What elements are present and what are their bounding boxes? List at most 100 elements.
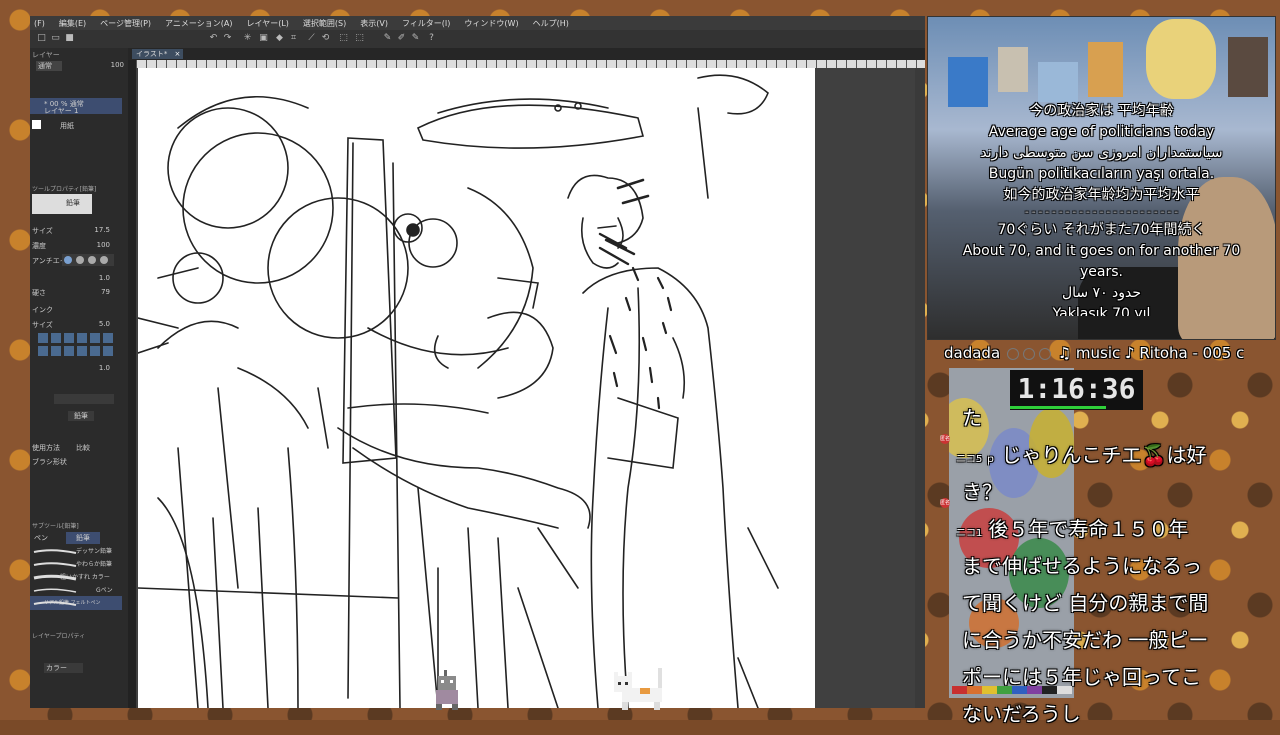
menu-help[interactable]: ヘルプ(H) xyxy=(533,18,569,29)
method-value[interactable]: 比較 xyxy=(76,443,90,453)
subtitle-line: Average age of politicians today xyxy=(988,124,1215,140)
anonymous-badge: 匿名 xyxy=(940,498,951,508)
menu-view[interactable]: 表示(V) xyxy=(360,18,388,29)
poster xyxy=(1088,42,1123,97)
layer-opacity[interactable]: 100 xyxy=(102,61,124,69)
control-icon xyxy=(1038,347,1051,360)
open-icon[interactable]: ▭ xyxy=(50,33,61,44)
pixel-cat-sprite-grey xyxy=(436,670,458,710)
subtool-tab-pen[interactable]: ペン xyxy=(34,533,48,543)
brush-shape-label: ブラシ形状 xyxy=(32,458,67,466)
density-value[interactable]: 100 xyxy=(88,241,110,249)
timer-value: 1:16:36 xyxy=(1017,372,1136,405)
paint-app-window: (F) 編集(E) ページ管理(P) アニメーション(A) レイヤー(L) 選択… xyxy=(30,16,925,708)
poster xyxy=(998,47,1028,92)
hardness-label: 硬さ xyxy=(32,289,46,297)
layer-1-name: レイヤー 1 xyxy=(44,107,79,115)
save-icon[interactable]: ■ xyxy=(64,33,75,44)
horizontal-ruler xyxy=(136,60,925,68)
comment-line: まで伸ばせるようになるっ xyxy=(962,554,1202,578)
tool-name: 鉛筆 xyxy=(66,199,80,207)
poster xyxy=(948,57,988,107)
menu-file[interactable]: (F) xyxy=(34,19,45,28)
panel-divider[interactable] xyxy=(128,48,136,708)
poster xyxy=(1038,62,1078,102)
doc-tab-illust[interactable]: イラスト* × xyxy=(132,49,184,59)
layer-props-title: レイヤープロパティ xyxy=(32,633,86,640)
new-icon[interactable]: □ xyxy=(36,33,47,44)
subtool-list: デッサン鉛筆 やわらか鉛筆 粗いかすれ カラー Gペン リアル鉛筆 フェルトペン xyxy=(30,544,122,614)
help-icon[interactable]: ? xyxy=(426,33,437,44)
aa-value[interactable]: 1.0 xyxy=(88,274,110,282)
undo-icon[interactable]: ↶ xyxy=(208,33,219,44)
texture-strip-2[interactable] xyxy=(38,346,114,356)
username: dadada xyxy=(944,344,1001,362)
hardness-value[interactable]: 79 xyxy=(88,288,110,296)
paper-layer-name: 用紙 xyxy=(60,122,74,130)
snap-button[interactable]: 鉛筆 xyxy=(68,411,94,421)
rotate-icon[interactable]: ⟲ xyxy=(320,33,331,44)
comment-line: た xyxy=(962,406,982,430)
crop-icon[interactable]: ⌗ xyxy=(288,33,299,44)
control-icon xyxy=(1006,347,1019,360)
size-value[interactable]: 17.5 xyxy=(88,226,110,234)
transform-icon[interactable]: ⟋ xyxy=(306,33,317,44)
command-bar: □ ▭ ■ ↶ ↷ ✳ ▣ ◆ ⌗ ⟋ ⟲ ⬚ ⬚ ✎ ✐ ✎ ? xyxy=(30,30,925,49)
brush-icon[interactable]: ✐ xyxy=(396,33,407,44)
fill-icon[interactable]: ◆ xyxy=(274,33,285,44)
menu-filter[interactable]: フィルター(I) xyxy=(402,18,450,29)
select-all-icon[interactable]: ⬚ xyxy=(338,33,349,44)
ruler-icon[interactable]: ✎ xyxy=(410,33,421,44)
comment-line: に合うか不安だわ 一般ピー xyxy=(962,628,1209,652)
subtitle-line: حدود ۷۰ سال xyxy=(1061,285,1142,301)
stroke-options[interactable] xyxy=(54,394,114,404)
webcam-feed: 今の政治家は 平均年齢 Average age of politicians t… xyxy=(927,16,1276,340)
anonymous-badge: 匿名 xyxy=(940,434,951,444)
texture-strip-1[interactable] xyxy=(38,333,114,343)
subtool-tab-pencil[interactable]: 鉛筆 xyxy=(66,532,100,544)
paper-swatch xyxy=(32,120,41,129)
pen-icon[interactable]: ✎ xyxy=(382,33,393,44)
menu-animation[interactable]: アニメーション(A) xyxy=(165,18,232,29)
menu-bar: (F) 編集(E) ページ管理(P) アニメーション(A) レイヤー(L) 選択… xyxy=(30,16,925,30)
density-label: 濃度 xyxy=(32,242,46,250)
tool-props-title: ツールプロパティ[鉛筆] xyxy=(32,186,97,193)
drawing-canvas[interactable] xyxy=(138,68,815,708)
method-label: 使用方法 xyxy=(32,444,60,452)
comment-line: て聞くけど 自分の親まで間 xyxy=(962,591,1209,615)
aa-selector[interactable] xyxy=(62,254,114,266)
menu-window[interactable]: ウィンドウ(W) xyxy=(464,18,518,29)
ink-label: インク xyxy=(32,306,53,314)
poster xyxy=(1228,37,1268,97)
vertical-scrollbar[interactable] xyxy=(915,68,925,708)
subtitle-divider: - - - - - - - - - - - - - - - - - - - - … xyxy=(1025,207,1178,218)
ink-size-value[interactable]: 5.0 xyxy=(88,320,110,328)
color-select[interactable]: カラー xyxy=(44,663,83,673)
deselect-icon[interactable]: ⬚ xyxy=(354,33,365,44)
menu-edit[interactable]: 編集(E) xyxy=(59,18,86,29)
size-label: サイズ xyxy=(32,227,53,235)
comment-line: ないだろうし xyxy=(962,702,1081,726)
document-tabs: イラスト* × xyxy=(128,48,925,60)
menu-selection[interactable]: 選択範囲(S) xyxy=(303,18,346,29)
pixel-cat-sprite-white xyxy=(614,668,662,710)
control-icon xyxy=(1022,347,1035,360)
blend-mode-select[interactable]: 通常 xyxy=(36,61,62,71)
menu-page[interactable]: ページ管理(P) xyxy=(100,18,151,29)
subtitle-line: 今の政治家は 平均年齢 xyxy=(1029,103,1174,119)
comment-line: ニコ5 ｐ じゃりんこチエ🍒は好 xyxy=(956,443,1207,467)
left-panel: レイヤー 通常 100 * 00 % 通常 レイヤー 1 用紙 ツールプロパティ… xyxy=(30,48,128,708)
subtitle-line: سیاستمداران امروزی سن متوسطی دارند xyxy=(980,145,1223,161)
clear-icon[interactable]: ▣ xyxy=(258,33,269,44)
menu-layer[interactable]: レイヤー(L) xyxy=(246,18,288,29)
close-icon[interactable]: × xyxy=(175,49,181,59)
color-palette-strip xyxy=(952,686,1072,694)
texture-value[interactable]: 1.0 xyxy=(88,364,110,372)
teddy-bear xyxy=(1146,19,1216,99)
subtitle-line: About 70, and it goes on for another 70 xyxy=(962,243,1241,259)
layer-row-1[interactable]: * 00 % 通常 レイヤー 1 xyxy=(30,98,122,115)
subtitle-line: 如今的政治家年龄均为平均水平 xyxy=(1003,187,1200,203)
brightness-icon[interactable]: ✳ xyxy=(242,33,253,44)
layer-row-paper[interactable]: 用紙 xyxy=(30,118,122,132)
redo-icon[interactable]: ↷ xyxy=(222,33,233,44)
